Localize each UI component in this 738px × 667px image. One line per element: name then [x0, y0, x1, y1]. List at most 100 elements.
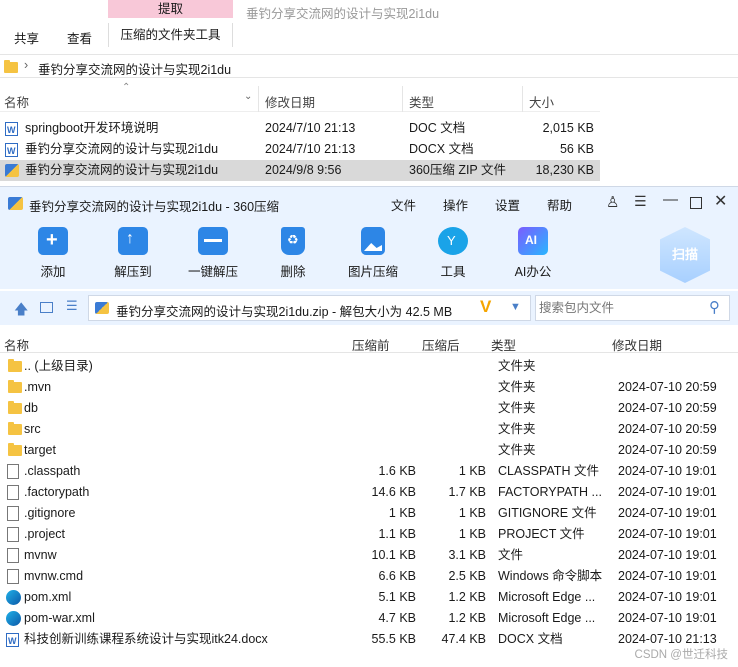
zip-icon	[95, 302, 109, 314]
file-row-selected[interactable]: 垂钓分享交流网的设计与实现2i1du 2024/9/8 9:56 360压缩 Z…	[0, 160, 600, 181]
v-logo-icon[interactable]: V	[480, 297, 491, 317]
tools-label: 工具	[440, 265, 466, 279]
row-date: 2024-07-10 20:59	[618, 401, 717, 415]
row-date: 2024-07-10 19:01	[618, 569, 717, 583]
menu-icon[interactable]: ☰	[634, 193, 647, 210]
table-row[interactable]: db 文件夹 2024-07-10 20:59	[0, 398, 738, 419]
archive-titlebar: 垂钓分享交流网的设计与实现2i1du - 360压缩 文件 操作 设置 帮助 ♙…	[0, 187, 738, 219]
add-icon: +	[38, 227, 68, 255]
menu-help[interactable]: 帮助	[547, 195, 572, 214]
menu-operate[interactable]: 操作	[443, 195, 468, 214]
file-size: 56 KB	[559, 142, 594, 156]
search-input[interactable]	[536, 296, 706, 320]
table-row[interactable]: mvnw.cmd 6.6 KB 2.5 KB Windows 命令脚本 2024-07-…	[0, 566, 738, 587]
add-button[interactable]: + 添加	[18, 227, 88, 280]
delete-label: 删除	[280, 265, 306, 279]
row-after: 2.5 KB	[448, 569, 486, 583]
row-date: 2024-07-10 20:59	[618, 380, 717, 394]
col-type[interactable]: 类型	[409, 92, 434, 111]
col-size[interactable]: 大小	[529, 92, 554, 111]
col-name[interactable]: 名称	[4, 335, 29, 354]
row-before: 4.7 KB	[378, 611, 416, 625]
shirt-icon[interactable]: ♙	[606, 193, 619, 211]
delete-button[interactable]: ♻ 删除	[258, 227, 328, 280]
row-date: 2024-07-10 19:01	[618, 548, 717, 562]
up-arrow-icon[interactable]: 🡅	[14, 299, 28, 323]
list-view-icon[interactable]: ☰	[66, 298, 78, 314]
file-row[interactable]: 垂钓分享交流网的设计与实现2i1du 2024/7/10 21:13 DOCX …	[0, 139, 600, 162]
one-click-extract-button[interactable]: 一键解压	[178, 227, 248, 280]
search-box[interactable]: ⚲	[535, 295, 730, 321]
file-type: DOCX 文档	[409, 142, 474, 156]
col-type[interactable]: 类型	[491, 335, 516, 354]
col-name[interactable]: 名称	[4, 92, 29, 111]
extract-to-label: 解压到	[114, 265, 152, 279]
row-type: 文件夹	[498, 380, 536, 394]
maximize-icon[interactable]	[690, 197, 702, 209]
scan-button[interactable]: 扫描	[660, 227, 710, 283]
image-compress-icon	[361, 227, 385, 255]
chevron-down-icon[interactable]: ⌄	[244, 91, 252, 102]
row-name: .project	[24, 527, 65, 541]
archive-column-header: 名称 压缩前 压缩后 类型 修改日期	[0, 331, 738, 353]
file-date: 2024/9/8 9:56	[265, 163, 342, 177]
row-before: 1.1 KB	[378, 527, 416, 541]
table-row[interactable]: pom.xml 5.1 KB 1.2 KB Microsoft Edge ... 202…	[0, 587, 738, 608]
close-icon[interactable]: ✕	[714, 191, 727, 211]
row-date: 2024-07-10 20:59	[618, 443, 717, 457]
tab-view[interactable]: 查看	[67, 28, 92, 47]
explorer-column-header: 名称 ⌃ ⌄ 修改日期 类型 大小	[0, 82, 600, 112]
folder-icon	[8, 380, 22, 393]
scan-label: 扫描	[671, 247, 698, 262]
row-type: DOCX 文档	[498, 632, 563, 646]
row-type: Windows 命令脚本	[498, 569, 603, 583]
table-row[interactable]: 科技创新训练课程系统设计与实现itk24.docx 55.5 KB 47.4 KB D…	[0, 629, 738, 652]
table-row[interactable]: .factorypath 14.6 KB 1.7 KB FACTORYPATH ...…	[0, 482, 738, 503]
table-row[interactable]: target 文件夹 2024-07-10 20:59	[0, 440, 738, 461]
minimize-icon[interactable]: —	[663, 191, 678, 208]
tools-button[interactable]: Y 工具	[418, 227, 488, 280]
table-row[interactable]: .mvn 文件夹 2024-07-10 20:59	[0, 377, 738, 398]
row-type: PROJECT 文件	[498, 527, 585, 541]
divider	[258, 86, 259, 112]
table-row[interactable]: .project 1.1 KB 1 KB PROJECT 文件 2024-07-10 1…	[0, 524, 738, 545]
col-modified[interactable]: 修改日期	[612, 335, 662, 354]
file-row[interactable]: springboot开发环境说明 2024/7/10 21:13 DOC 文档 …	[0, 118, 600, 141]
ai-office-label: AI办公	[514, 265, 552, 279]
folder-icon	[8, 443, 22, 456]
table-row[interactable]: src 文件夹 2024-07-10 20:59	[0, 419, 738, 440]
row-before: 1 KB	[388, 506, 416, 520]
file-icon	[7, 527, 19, 542]
menu-file[interactable]: 文件	[391, 195, 416, 214]
archive-path-field[interactable]: 垂钓分享交流网的设计与实现2i1du.zip - 解包大小为 42.5 MB V…	[88, 295, 531, 321]
dropdown-icon[interactable]: ▼	[510, 301, 521, 313]
col-modified[interactable]: 修改日期	[265, 92, 315, 111]
word-doc-icon	[5, 120, 18, 141]
ai-office-button[interactable]: AI AI办公	[498, 227, 568, 280]
table-row[interactable]: mvnw 10.1 KB 3.1 KB 文件 2024-07-10 19:01	[0, 545, 738, 566]
view-icon[interactable]	[40, 302, 53, 313]
image-compress-button[interactable]: 图片压缩	[338, 227, 408, 280]
table-row[interactable]: .classpath 1.6 KB 1 KB CLASSPATH 文件 2024-07-…	[0, 461, 738, 482]
row-date: 2024-07-10 19:01	[618, 527, 717, 541]
row-type: 文件	[498, 548, 524, 562]
divider	[522, 86, 523, 112]
one-click-extract-label: 一键解压	[187, 265, 238, 279]
tab-share[interactable]: 共享	[14, 28, 39, 47]
row-before: 5.1 KB	[378, 590, 416, 604]
archive-window: 垂钓分享交流网的设计与实现2i1du - 360压缩 文件 操作 设置 帮助 ♙…	[0, 186, 738, 667]
row-name: .. (上级目录)	[24, 359, 93, 373]
extract-to-button[interactable]: ↑ 解压到	[98, 227, 168, 280]
tab-extract[interactable]: 提取	[108, 0, 233, 18]
col-before[interactable]: 压缩前	[352, 335, 390, 354]
row-date: 2024-07-10 19:01	[618, 506, 717, 520]
row-name: db	[24, 401, 38, 415]
menu-settings[interactable]: 设置	[495, 195, 520, 214]
search-icon[interactable]: ⚲	[709, 298, 720, 316]
address-bar[interactable]: › 垂钓分享交流网的设计与实现2i1du	[0, 54, 738, 78]
table-row[interactable]: .gitignore 1 KB 1 KB GITIGNORE 文件 2024-07-10…	[0, 503, 738, 524]
table-row[interactable]: pom-war.xml 4.7 KB 1.2 KB Microsoft Edge ..…	[0, 608, 738, 629]
col-after[interactable]: 压缩后	[422, 335, 460, 354]
table-row[interactable]: .. (上级目录) 文件夹	[0, 356, 738, 377]
tab-compressed-folder-tools[interactable]: 压缩的文件夹工具	[108, 23, 233, 47]
